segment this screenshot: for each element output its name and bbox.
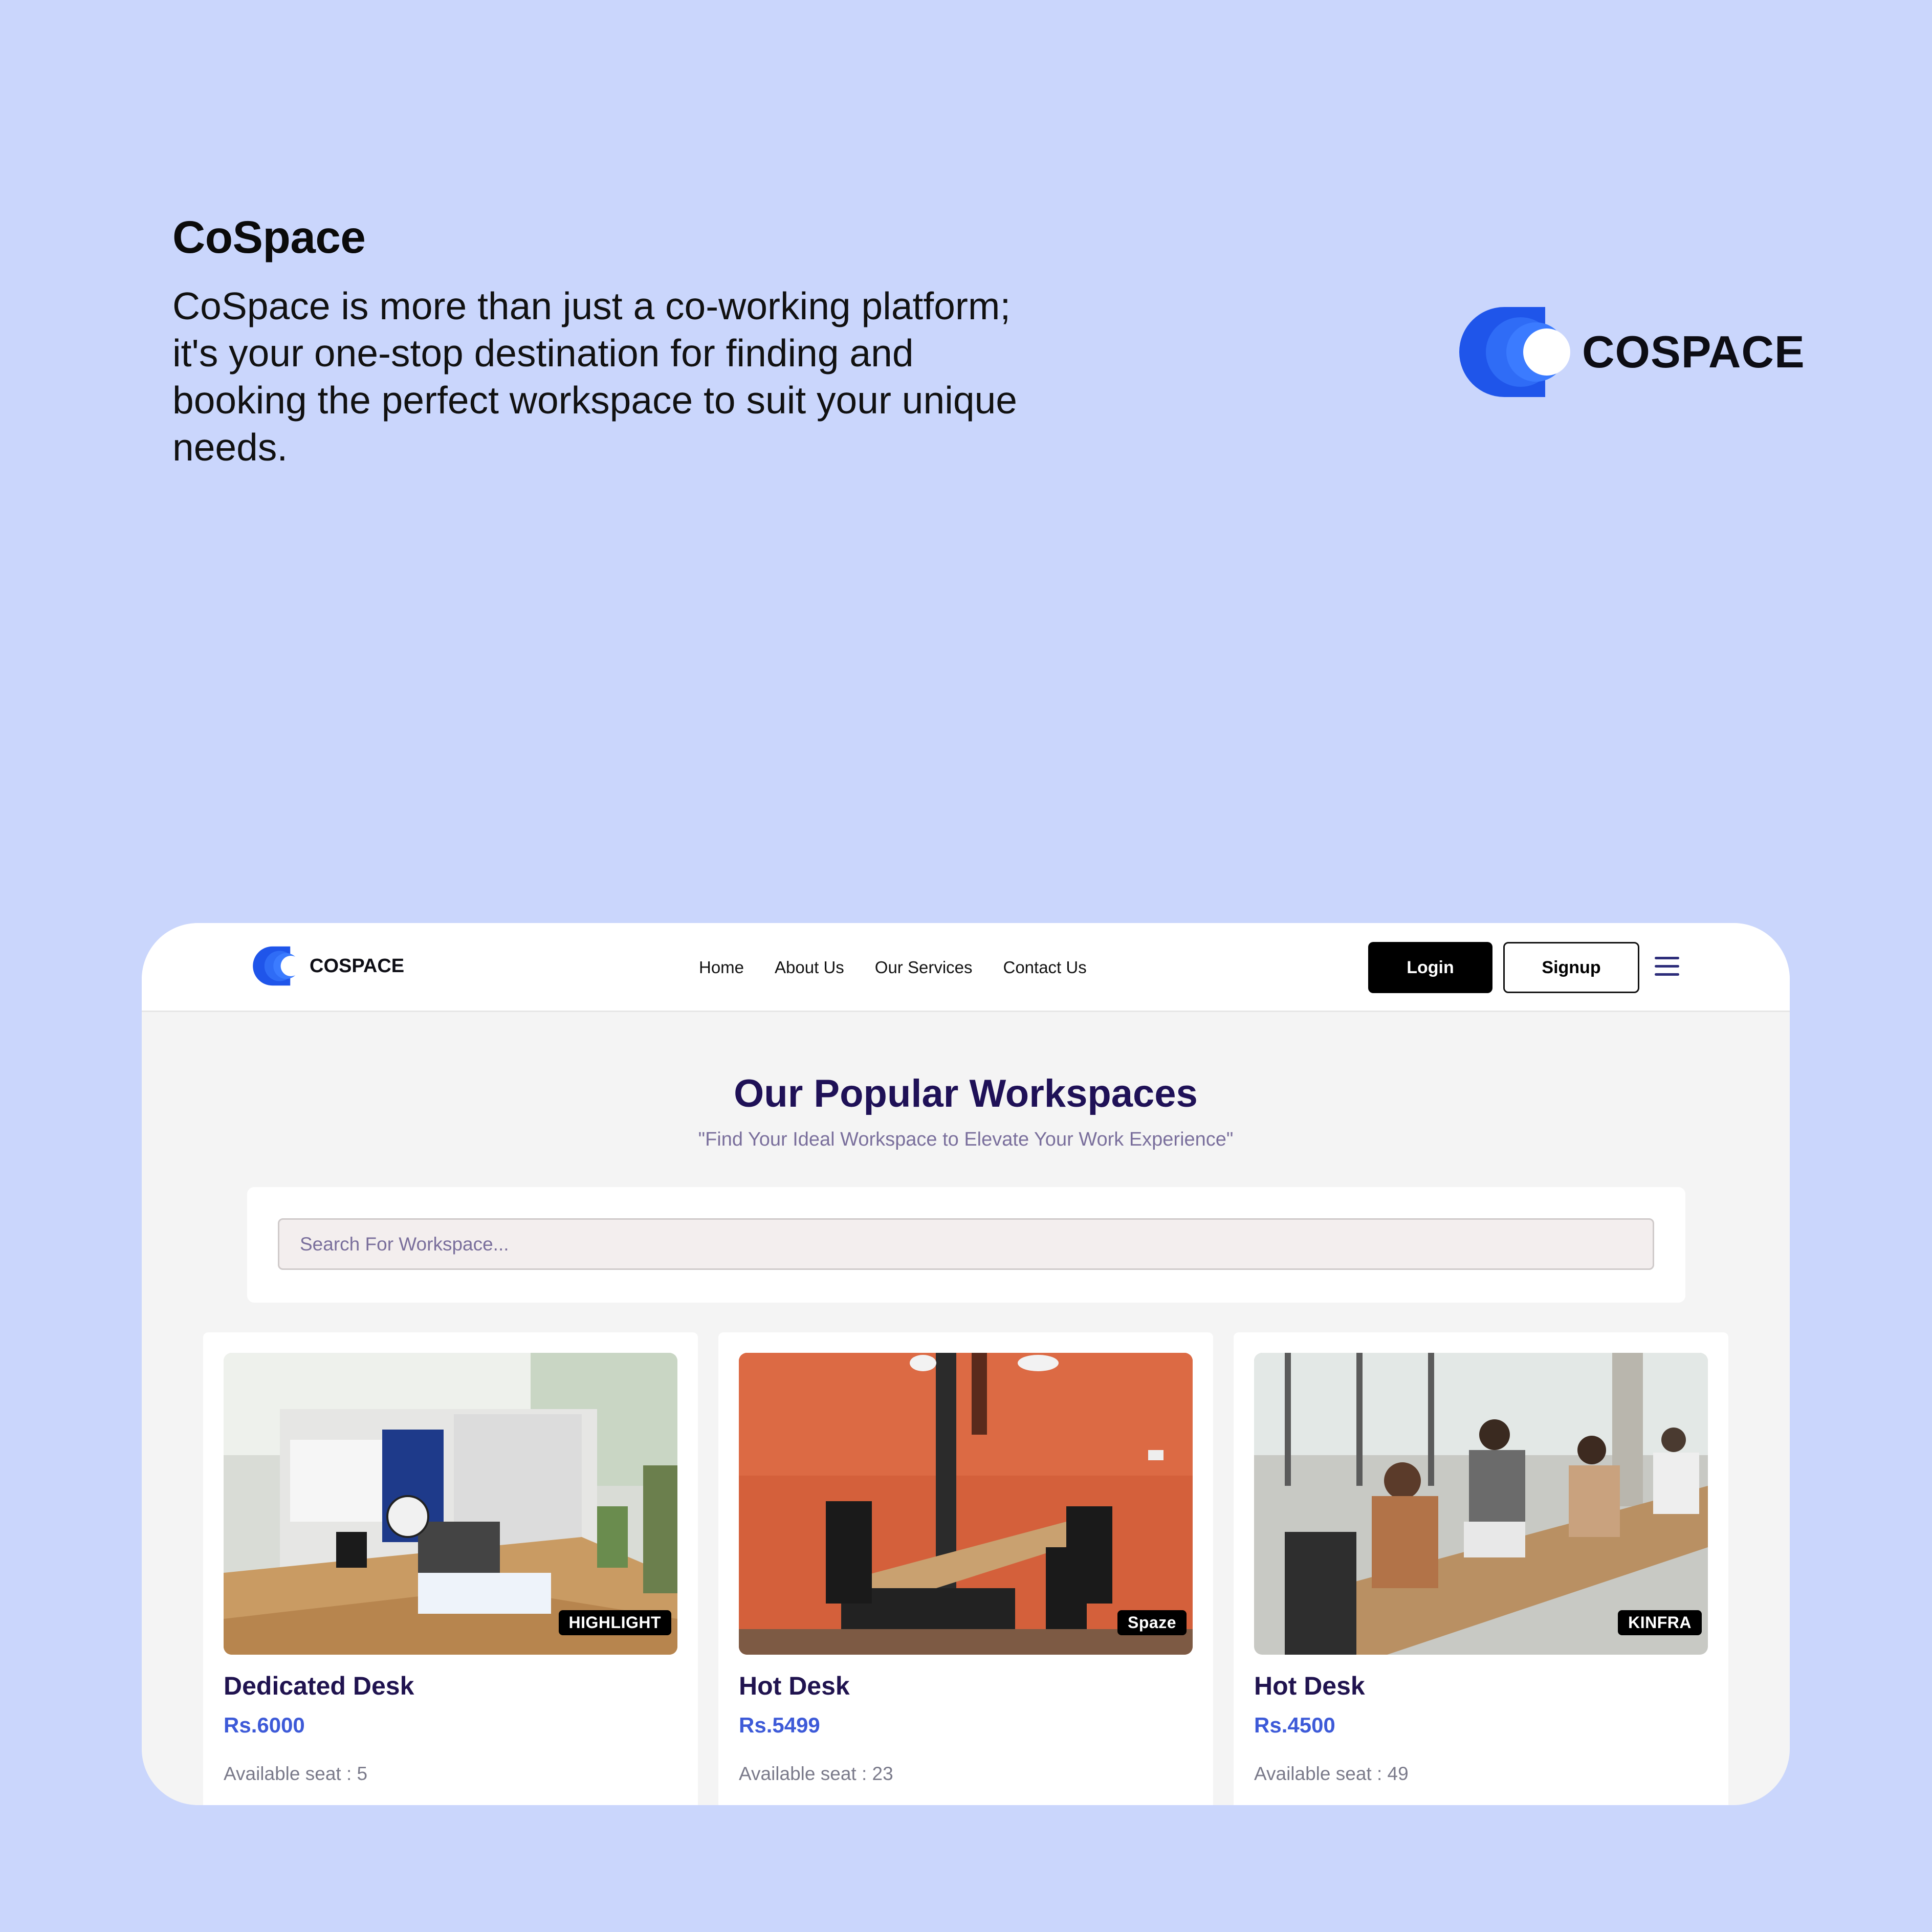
workspace-title[interactable]: Hot Desk (739, 1671, 850, 1701)
section-subtitle: "Find Your Ideal Workspace to Elevate Yo… (698, 1129, 1234, 1150)
workspace-price: Rs.5499 (739, 1713, 820, 1737)
workspace-image: KINFRA (1254, 1353, 1708, 1655)
nav-logo[interactable]: COSPACE (250, 946, 404, 986)
search-panel (247, 1187, 1685, 1303)
workspace-seats: Available seat : 23 (739, 1763, 893, 1784)
hero-wordmark: COSPACE (1582, 326, 1805, 377)
nav-wordmark: COSPACE (310, 955, 405, 977)
navbar: COSPACE Home About Us Our Services Conta… (142, 923, 1790, 1012)
workspace-image: Spaze (739, 1353, 1193, 1655)
workspace-seats: Available seat : 5 (224, 1763, 368, 1784)
workspace-tag: KINFRA (1618, 1610, 1702, 1635)
search-input[interactable] (278, 1218, 1654, 1270)
cospace-logo-icon (253, 946, 301, 986)
nav-link-contact-us[interactable]: Contact Us (1003, 958, 1087, 977)
app-window: COSPACE Home About Us Our Services Conta… (142, 923, 1790, 1805)
workspace-card[interactable]: Spaze Hot Desk Rs.5499 Available seat : … (718, 1332, 1213, 1805)
nav-links: Home About Us Our Services Contact Us (699, 958, 1087, 977)
workspace-tag: Spaze (1117, 1610, 1187, 1635)
intro-title: CoSpace (172, 211, 366, 262)
workspace-title[interactable]: Dedicated Desk (224, 1671, 414, 1701)
nav-link-about-us[interactable]: About Us (775, 958, 844, 977)
login-button[interactable]: Login (1368, 942, 1492, 993)
cospace-logo-icon (1459, 307, 1570, 397)
workspace-title[interactable]: Hot Desk (1254, 1671, 1365, 1701)
signup-button[interactable]: Signup (1503, 942, 1639, 993)
hamburger-menu-icon[interactable] (1655, 957, 1679, 978)
workspace-seats: Available seat : 49 (1254, 1763, 1409, 1784)
workspace-price: Rs.6000 (224, 1713, 305, 1737)
section-title: Our Popular Workspaces (734, 1072, 1198, 1115)
workspace-tag: HIGHLIGHT (558, 1610, 671, 1635)
workspace-price: Rs.4500 (1254, 1713, 1335, 1737)
nav-link-our-services[interactable]: Our Services (875, 958, 973, 977)
intro-description: CoSpace is more than just a co-working p… (172, 284, 1017, 469)
workspace-card[interactable]: KINFRA Hot Desk Rs.4500 Available seat :… (1234, 1332, 1728, 1805)
hero-logo: COSPACE (1453, 306, 1805, 398)
workspace-card[interactable]: HIGHLIGHT Dedicated Desk Rs.6000 Availab… (203, 1332, 698, 1805)
workspace-image: HIGHLIGHT (224, 1353, 677, 1655)
nav-link-home[interactable]: Home (699, 958, 744, 977)
